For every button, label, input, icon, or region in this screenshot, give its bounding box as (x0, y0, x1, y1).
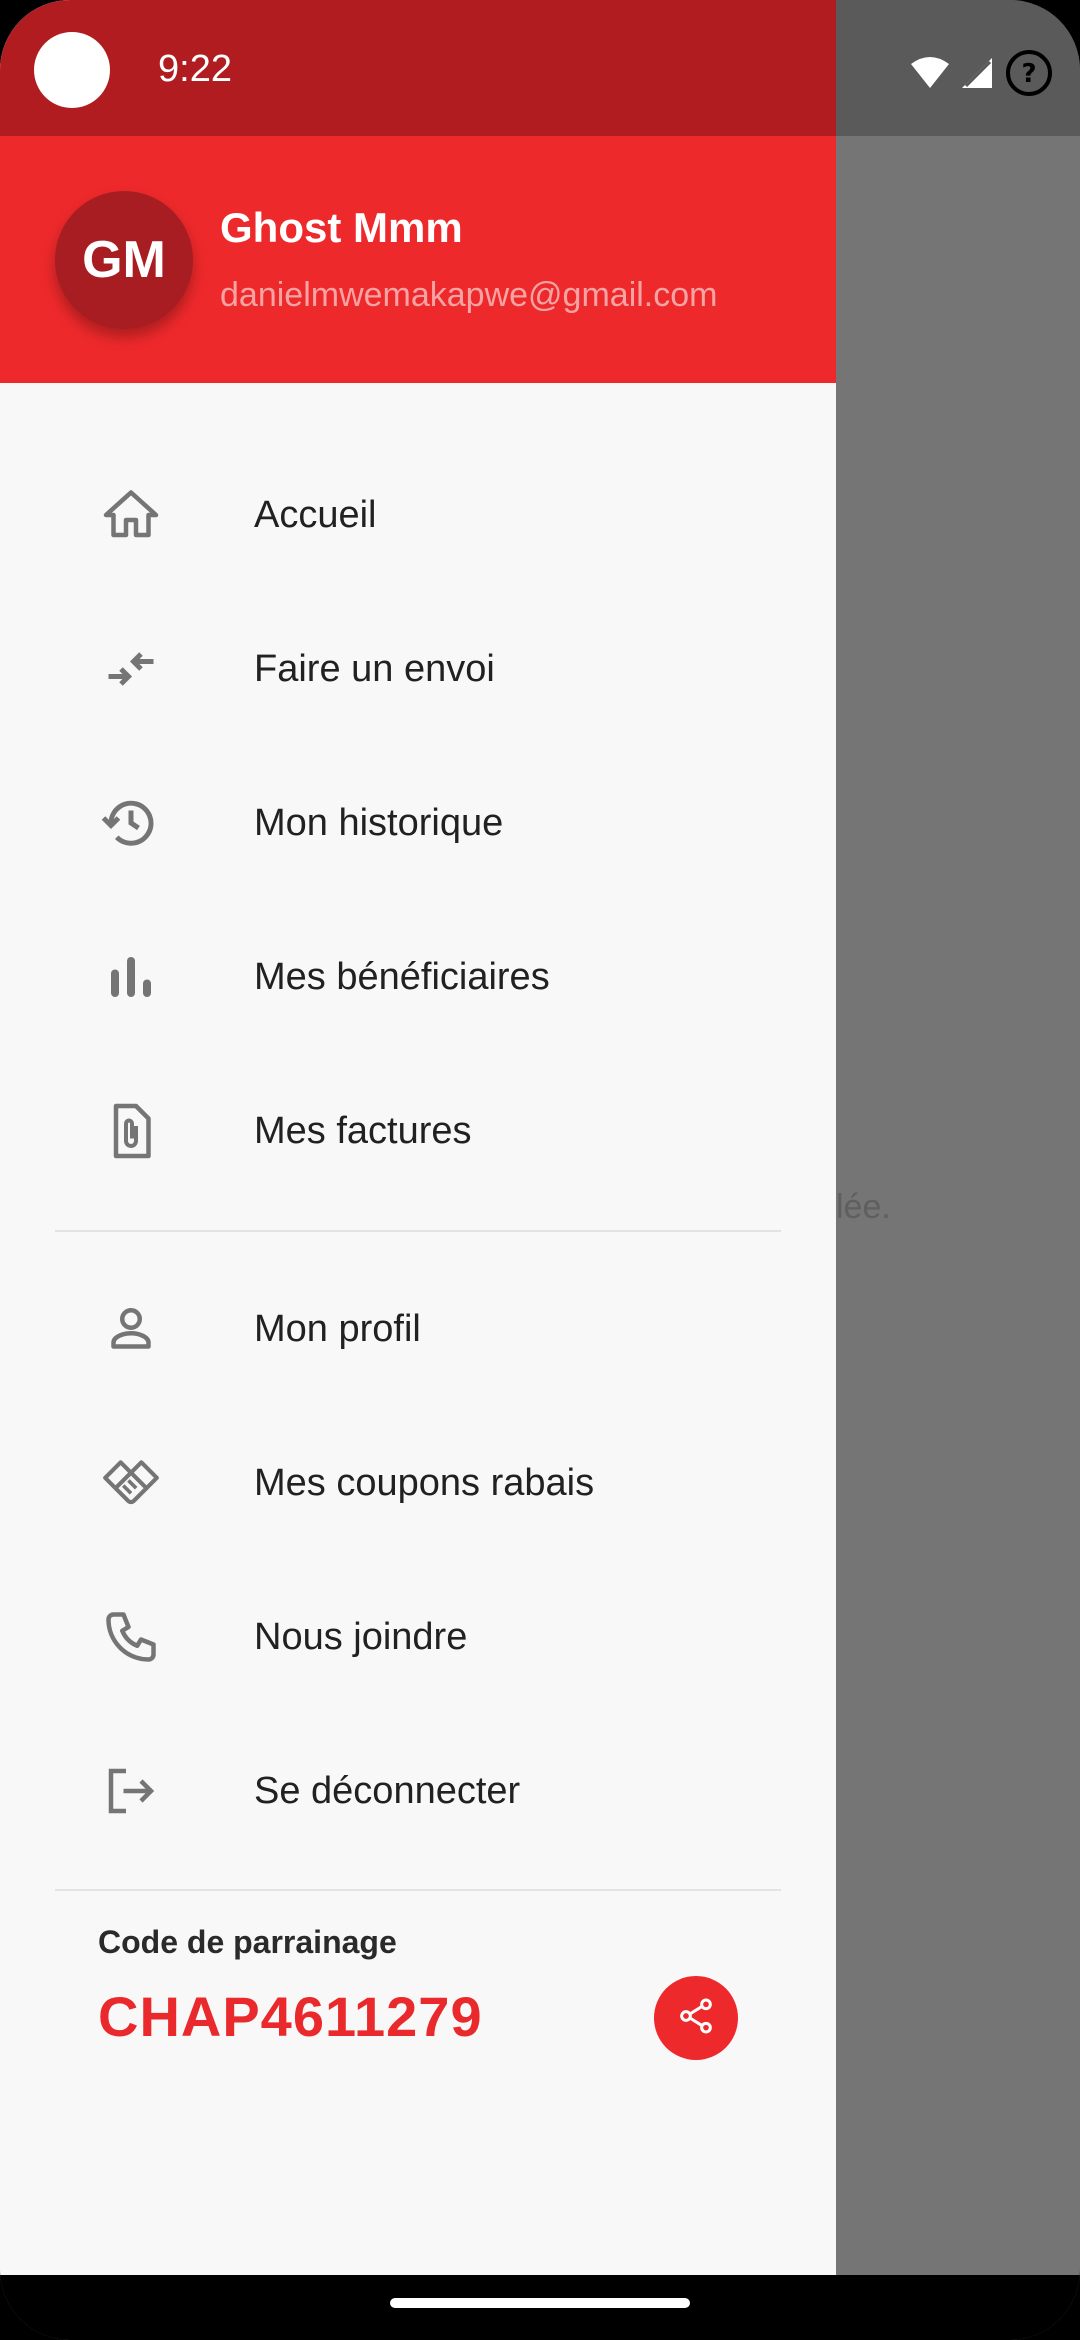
menu-item-accueil[interactable]: Accueil (0, 438, 836, 592)
phone-screen: lée. ? 9:22 GM Ghost Mmm danielmwemakapw… (0, 0, 1080, 2340)
menu-item-label: Accueil (254, 493, 377, 536)
menu-item-faire-un-envoi[interactable]: Faire un envoi (0, 592, 836, 746)
navigation-drawer: 9:22 GM Ghost Mmm danielmwemakapwe@gmail… (0, 0, 836, 2275)
user-email: danielmwemakapwe@gmail.com (220, 276, 718, 314)
home-icon (98, 482, 164, 548)
menu-item-nous-joindre[interactable]: Nous joindre (0, 1560, 836, 1714)
share-button[interactable] (654, 1976, 738, 2060)
menu-item-label: Mes factures (254, 1109, 472, 1152)
cell-signal-icon (960, 56, 994, 90)
bar-chart-icon (98, 944, 164, 1010)
camera-cutout (34, 32, 110, 108)
user-name: Ghost Mmm (220, 204, 463, 251)
help-circle-icon: ? (1004, 48, 1054, 98)
menu-item-mes-coupons-rabais[interactable]: Mes coupons rabais (0, 1406, 836, 1560)
menu-item-label: Se déconnecter (254, 1769, 521, 1812)
menu-item-mon-profil[interactable]: Mon profil (0, 1252, 836, 1406)
handshake-icon (98, 1450, 164, 1516)
transfer-arrows-icon (98, 636, 164, 702)
logout-icon (98, 1758, 164, 1824)
svg-text:?: ? (1021, 59, 1036, 89)
referral-code: CHAP4611279 (98, 1985, 483, 2048)
menu-divider (55, 1230, 781, 1232)
history-icon (98, 790, 164, 856)
home-indicator[interactable] (390, 2298, 690, 2308)
person-icon (98, 1296, 164, 1362)
menu-divider (55, 1889, 781, 1891)
attachment-file-icon (98, 1098, 164, 1164)
menu-item-label: Mes bénéficiaires (254, 955, 550, 998)
menu-item-mon-historique[interactable]: Mon historique (0, 746, 836, 900)
menu-item-label: Mon historique (254, 801, 504, 844)
menu-item-label: Faire un envoi (254, 647, 495, 690)
drawer-header: GM Ghost Mmm danielmwemakapwe@gmail.com (0, 136, 836, 383)
wifi-icon (910, 56, 950, 90)
menu-item-label: Mes coupons rabais (254, 1461, 595, 1504)
background-partial-text: lée. (836, 1188, 891, 1226)
referral-title: Code de parrainage (98, 1924, 397, 1960)
menu-item-se-deconnecter[interactable]: Se déconnecter (0, 1714, 836, 1868)
status-time: 9:22 (158, 48, 232, 90)
phone-icon (98, 1604, 164, 1670)
menu-item-label: Nous joindre (254, 1615, 468, 1658)
share-icon (676, 1996, 716, 2041)
status-icons: ? (910, 48, 1054, 98)
menu-item-mes-factures[interactable]: Mes factures (0, 1054, 836, 1208)
menu-item-label: Mon profil (254, 1307, 421, 1350)
status-bar: 9:22 (0, 0, 836, 136)
menu-item-mes-beneficiaires[interactable]: Mes bénéficiaires (0, 900, 836, 1054)
avatar[interactable]: GM (55, 191, 193, 329)
